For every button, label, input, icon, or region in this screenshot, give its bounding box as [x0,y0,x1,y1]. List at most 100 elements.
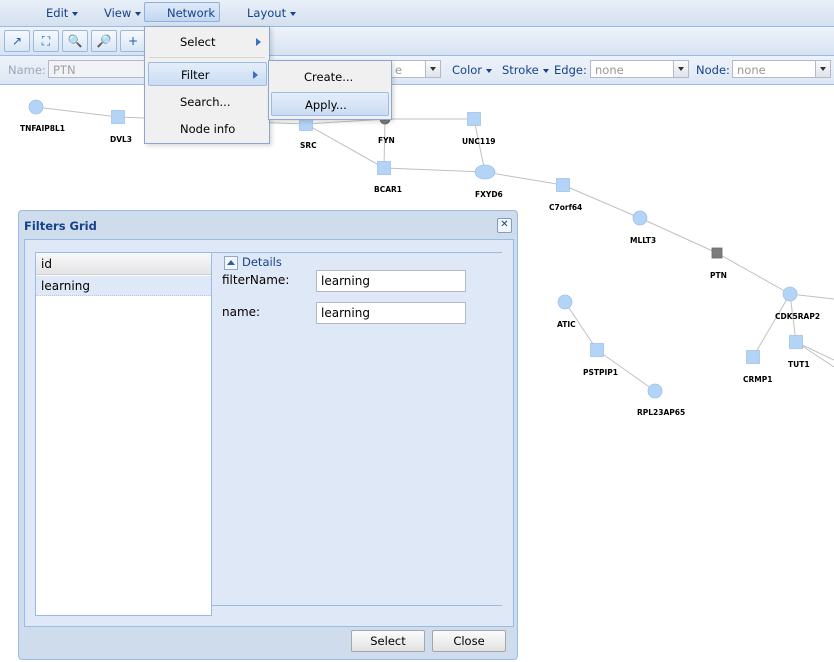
caret-down-icon [486,68,493,73]
node-fxyd6[interactable] [474,164,496,180]
stroke-menu-label: Stroke [502,63,539,77]
filter-submenu: Create... Apply... [268,60,392,120]
node-pstpip1[interactable] [590,343,604,357]
edge-src-bcar1[interactable] [305,123,385,169]
menu-item-create[interactable]: Create... [269,65,391,89]
node-tut1[interactable] [789,335,803,349]
filters-grid-window: Filters Grid ✕ id learning Details filte… [18,210,518,660]
node-tnfaip8l1[interactable] [28,99,44,115]
shape-select[interactable]: e [390,60,426,78]
node-c7orf64[interactable] [556,178,570,192]
name-field-label: name: [222,305,261,319]
node-crmp1[interactable] [746,350,760,364]
stroke-menu[interactable]: Stroke [502,63,549,77]
shape-select-trigger[interactable] [425,60,441,78]
zoom-in-button[interactable]: 🔍 [62,30,88,52]
window-title: Filters Grid [24,219,97,233]
node-label-ptn: PTN [710,271,727,280]
filters-grid: id learning [35,252,212,616]
node-select[interactable]: none [732,60,816,78]
edge-cdk5rap2-crmp1[interactable] [752,293,791,358]
node-dvl3[interactable] [111,110,125,124]
edge-c7orf64-mllt3[interactable] [562,184,641,219]
edge-fxyd6-c7orf64[interactable] [484,171,564,186]
view-menu-label: View [104,6,132,20]
view-menu[interactable]: View [104,3,142,23]
network-menu[interactable]: Network [144,2,220,36]
close-icon[interactable]: ✕ [497,218,512,233]
node-ptn[interactable] [711,247,723,259]
menu-item-filter-label: Filter [181,68,210,82]
layout-menu[interactable]: Layout [247,3,297,23]
caret-down-icon [135,11,142,16]
node-label-fxyd6: FXYD6 [475,190,503,199]
menu-item-node-info-label: Node info [180,122,236,136]
details-legend-label: Details [242,255,282,269]
arrow-icon: ↗ [11,34,23,48]
name-input[interactable]: learning [316,302,466,324]
node-label-tnfaip8l1: TNFAIP8L1 [20,124,65,133]
caret-down-icon [72,11,79,16]
add-icon: + [127,34,139,48]
edge-select[interactable]: none [590,60,674,78]
node-label-src: SRC [300,141,317,150]
zoom-out-button[interactable]: 🔎 [91,30,117,52]
caret-down-icon [542,68,549,73]
caret-down-icon [290,11,297,16]
edge-ptn-cdk5rap2[interactable] [716,252,791,295]
node-label-crmp1: CRMP1 [743,375,772,384]
zoom-out-icon: 🔎 [96,34,112,48]
edge-label: Edge: [554,63,587,77]
menu-bar: Edit View Network Layout [0,0,834,36]
node-select-trigger[interactable] [815,60,831,78]
menu-item-filter[interactable]: Filter [148,62,267,86]
node-rpl23ap65[interactable] [647,383,663,399]
node-unc119[interactable] [467,112,481,126]
node-label-dvl3: DVL3 [110,135,132,144]
network-dropdown: Select Filter Search... Node info [144,26,270,144]
menu-item-node-info[interactable]: Node info [145,117,269,141]
menu-separator [149,57,265,58]
node-label-c7orf64: C7orf64 [549,203,582,212]
filter-name-label: filterName: [222,273,290,287]
node-label-unc119: UNC119 [462,137,496,146]
zoom-in-icon: 🔍 [67,34,83,48]
edge-bcar1-fxyd6[interactable] [383,167,486,173]
node-mllt3[interactable] [632,210,648,226]
grid-row[interactable]: learning [36,276,211,296]
node-cdk5rap2[interactable] [782,286,798,302]
submenu-arrow-icon [256,38,261,46]
details-panel: Details filterName: learning name: learn… [212,252,502,606]
edge-select-trigger[interactable] [673,60,689,78]
filter-name-input[interactable]: learning [316,270,466,292]
layout-menu-label: Layout [247,6,287,20]
menu-item-select[interactable]: Select [145,30,269,54]
name-field[interactable]: PTN [48,60,148,78]
add-button[interactable]: + [120,30,145,52]
color-menu[interactable]: Color [452,63,493,77]
edit-menu[interactable]: Edit [46,3,79,23]
fit-tool-button[interactable]: ⛶ [33,30,59,52]
edit-menu-label: Edit [46,6,69,20]
close-button[interactable]: Close [432,630,506,652]
node-bcar1[interactable] [377,161,391,175]
node-atic[interactable] [557,294,573,310]
menu-item-apply[interactable]: Apply... [271,92,389,116]
select-button[interactable]: Select [351,630,425,652]
collapse-icon[interactable] [224,255,238,270]
fit-icon: ⛶ [41,34,51,48]
node-label-mllt3: MLLT3 [630,236,656,245]
menu-item-search[interactable]: Search... [145,90,269,114]
grid-column-header-id[interactable]: id [36,253,211,275]
edge-tnfaip8l1-dvl3[interactable] [35,106,119,118]
menu-item-apply-label: Apply... [305,98,347,112]
details-legend[interactable]: Details [224,255,282,270]
node-label-pstpip1: PSTPIP1 [583,368,618,377]
submenu-arrow-icon [253,71,258,79]
node-label: Node: [696,63,730,77]
node-label-tut1: TUT1 [788,360,810,369]
network-menu-label: Network [167,6,216,20]
window-body: id learning Details filterName: learning… [24,239,514,627]
arrow-tool-button[interactable]: ↗ [4,30,30,52]
node-label-cdk5rap2: CDK5RAP2 [775,312,820,321]
